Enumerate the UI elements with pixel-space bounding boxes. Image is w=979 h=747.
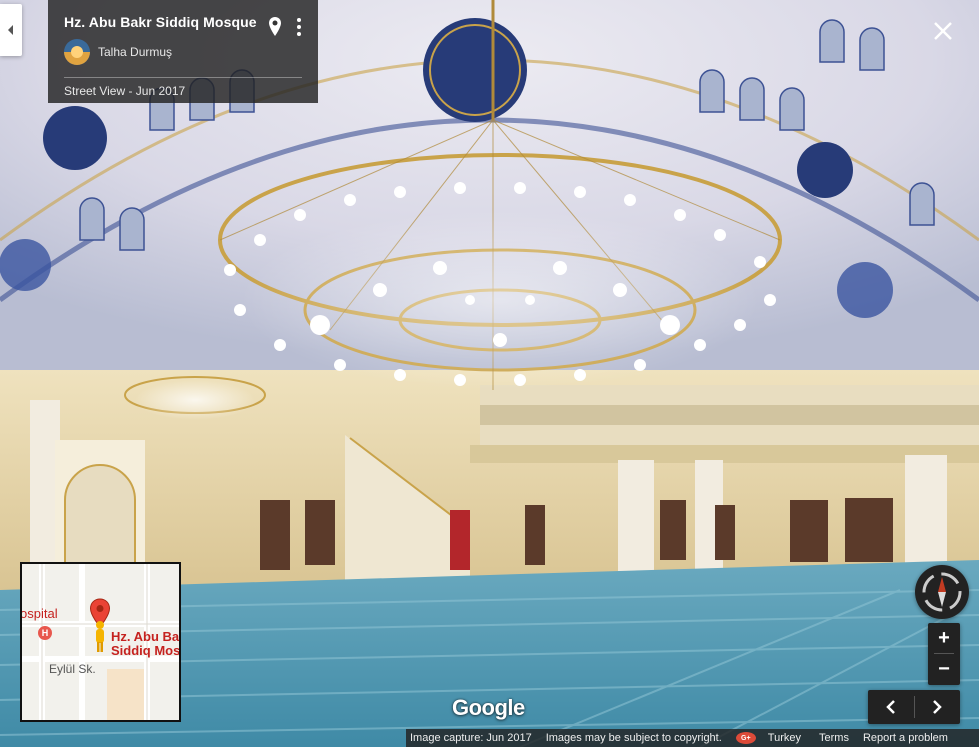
compass-button[interactable] bbox=[915, 565, 969, 619]
zoom-in-label: + bbox=[938, 626, 950, 649]
pan-arrows bbox=[868, 690, 960, 724]
previous-button[interactable] bbox=[868, 690, 914, 724]
terms-link[interactable]: Terms bbox=[805, 732, 853, 744]
place-info-card: Hz. Abu Bakr Siddiq Mosque Talha Durmuş … bbox=[48, 0, 318, 103]
pegman-icon bbox=[96, 621, 104, 652]
copyright-notice: Images may be subject to copyright. bbox=[545, 732, 722, 744]
chevron-right-icon bbox=[933, 700, 943, 714]
chevron-left-icon bbox=[8, 25, 13, 35]
image-capture-date: Image capture: Jun 2017 bbox=[410, 732, 532, 744]
author-row[interactable]: Talha Durmuş bbox=[64, 39, 302, 65]
attribution-bar: Image capture: Jun 2017 Images may be su… bbox=[406, 729, 979, 747]
author-name[interactable]: Talha Durmuş bbox=[98, 45, 172, 59]
map-label-place-line1: Hz. Abu Ba bbox=[111, 629, 180, 644]
map-label-place-line2: Siddiq Mos bbox=[111, 643, 181, 658]
map-label-street: Eylül Sk. bbox=[49, 662, 96, 676]
zoom-out-label: − bbox=[938, 657, 950, 680]
map-label-hospital: ospital bbox=[20, 606, 58, 621]
place-title[interactable]: Hz. Abu Bakr Siddiq Mosque bbox=[64, 14, 302, 30]
google-logo: Google bbox=[452, 695, 525, 720]
google-plus-icon[interactable]: G+ bbox=[735, 732, 756, 744]
divider bbox=[64, 77, 302, 78]
minimap[interactable]: ospital H Hz. Abu Ba Siddiq Mos Eylül Sk… bbox=[20, 562, 181, 722]
zoom-in-button[interactable]: + bbox=[928, 623, 960, 653]
next-button[interactable] bbox=[914, 690, 960, 724]
zoom-out-button[interactable]: − bbox=[928, 654, 960, 684]
map-label-place: Hz. Abu Ba Siddiq Mos bbox=[111, 629, 181, 658]
avatar[interactable] bbox=[64, 39, 90, 65]
location-pin-icon[interactable] bbox=[268, 16, 282, 38]
chevron-left-icon bbox=[885, 700, 895, 714]
compass-icon bbox=[922, 572, 962, 612]
close-icon[interactable] bbox=[930, 18, 956, 44]
zoom-control: + − bbox=[928, 623, 960, 685]
country-link[interactable]: Turkey bbox=[764, 732, 805, 744]
hospital-marker-icon: H bbox=[38, 626, 52, 640]
more-vert-icon[interactable] bbox=[292, 16, 306, 38]
capture-date-line: Street View - Jun 2017 bbox=[64, 84, 186, 98]
collapse-panel-button[interactable] bbox=[0, 4, 22, 56]
report-problem-link[interactable]: Report a problem bbox=[853, 732, 952, 744]
